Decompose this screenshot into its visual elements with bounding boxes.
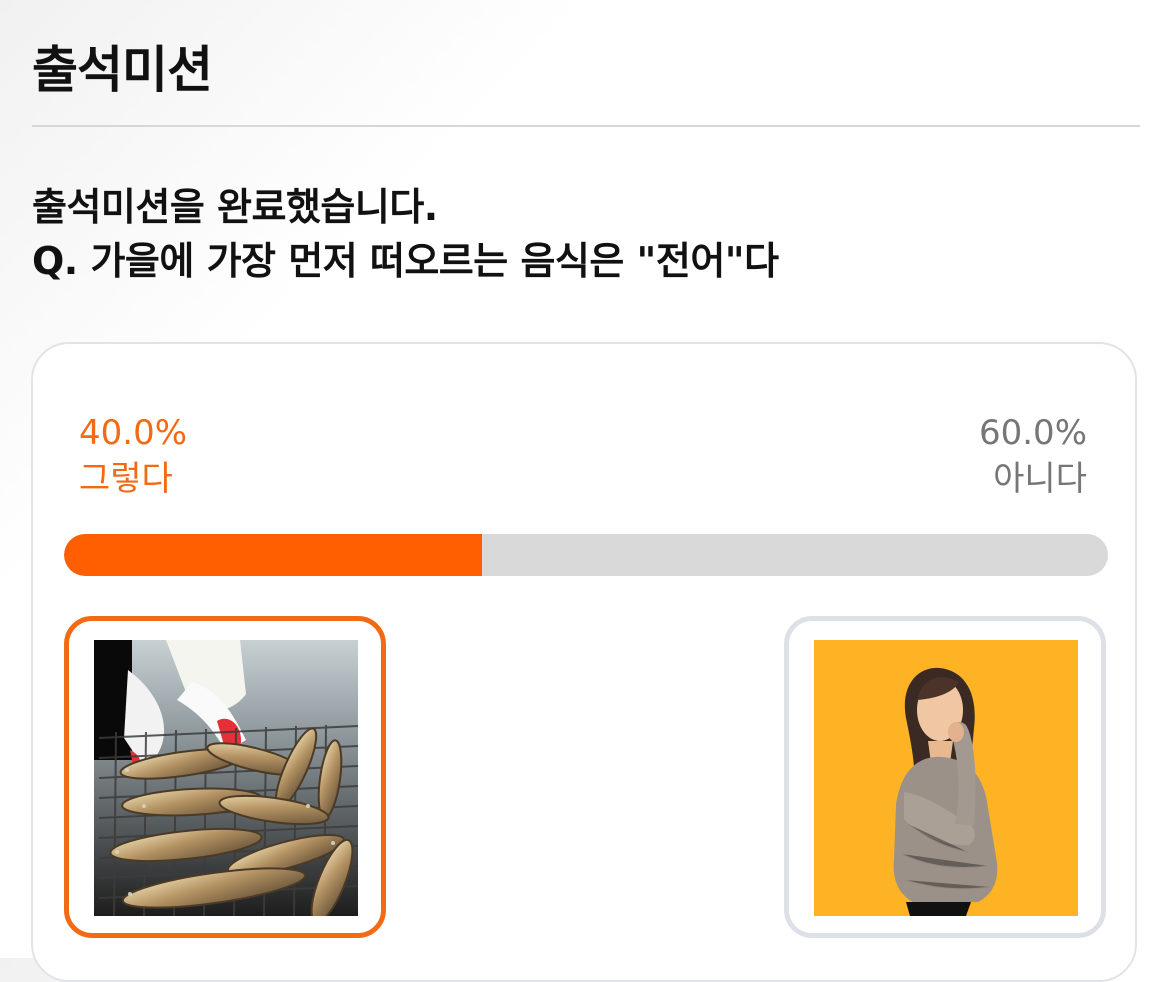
option-yes-percent: 40.0%: [79, 413, 188, 453]
option-no-summary: 60.0% 아니다: [979, 410, 1087, 502]
grilled-fish-photo: [94, 640, 358, 916]
header-divider: [32, 125, 1140, 127]
page-title: 출석미션: [32, 40, 213, 99]
grilled-fish-image: [94, 640, 358, 916]
option-yes-summary: 40.0% 그렇다: [79, 410, 187, 502]
vote-progress-fill-yes: [64, 534, 482, 576]
thinking-woman-photo: [814, 640, 1078, 916]
option-yes-card[interactable]: [64, 616, 386, 938]
vote-result-card: 40.0% 그렇다 60.0% 아니다: [31, 342, 1137, 982]
option-no-percent: 60.0%: [978, 413, 1087, 453]
thinking-woman-image: [814, 640, 1078, 916]
option-yes-label: 그렇다: [79, 459, 173, 499]
option-no-label: 아니다: [993, 459, 1087, 499]
mission-complete-message: 출석미션을 완료했습니다.: [32, 185, 438, 229]
vote-progress-bar: [64, 534, 1108, 576]
option-no-card[interactable]: [784, 616, 1106, 938]
mission-text: 출석미션을 완료했습니다. Q. 가을에 가장 먼저 떠오르는 음식은 "전어"…: [32, 180, 1132, 288]
mission-question: Q. 가을에 가장 먼저 떠오르는 음식은 "전어"다: [32, 239, 779, 283]
